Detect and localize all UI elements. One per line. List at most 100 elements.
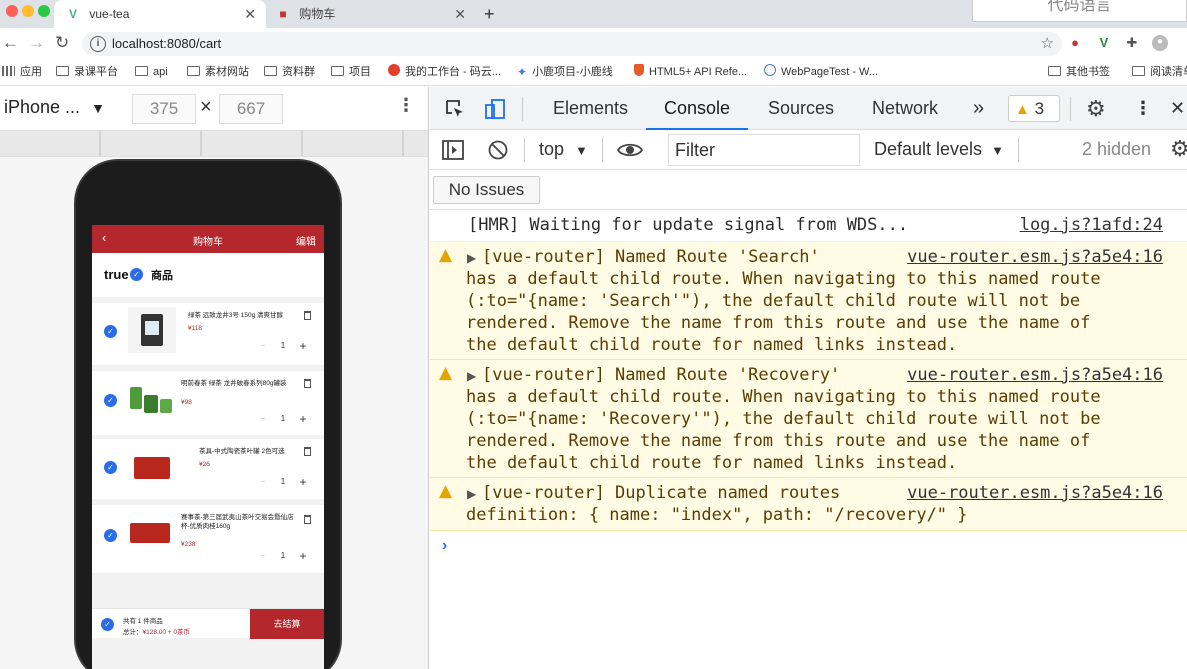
bookmark-folder[interactable]: api (135, 60, 168, 84)
expand-triangle-icon[interactable]: ▶ (467, 484, 476, 506)
quantity-stepper[interactable]: − 1 + (254, 548, 312, 564)
edit-button[interactable]: 编辑 (296, 233, 316, 248)
quantity-value[interactable]: 1 (274, 411, 292, 427)
close-icon[interactable]: ✕ (454, 0, 466, 28)
bookmark-other[interactable]: 其他书签 (1048, 60, 1110, 84)
warnings-badge[interactable]: ▲ 3 (1008, 95, 1060, 122)
clear-console-icon[interactable] (487, 139, 509, 161)
new-tab-button[interactable]: + (484, 0, 495, 28)
minimize-window-button[interactable] (22, 5, 34, 17)
vue-devtools-icon[interactable]: V (1097, 36, 1111, 50)
inspect-element-icon[interactable] (444, 98, 466, 120)
quantity-value[interactable]: 1 (274, 548, 292, 564)
reload-icon[interactable]: ↻ (55, 33, 69, 53)
item-check-icon[interactable]: ✓ (104, 529, 117, 542)
close-icon[interactable]: ✕ (1170, 87, 1185, 130)
increment-button[interactable]: + (294, 548, 312, 564)
trash-icon[interactable] (304, 447, 311, 456)
extension-color-icon[interactable]: ● (1068, 36, 1082, 50)
omnibox[interactable]: i localhost:8080/cart ☆ (82, 32, 1062, 56)
back-arrow-icon[interactable]: ← (2, 33, 19, 53)
tab-network[interactable]: Network (872, 87, 938, 130)
quantity-stepper[interactable]: − 1 + (254, 338, 312, 354)
filter-input[interactable]: Filter (668, 134, 860, 166)
bookmark-folder[interactable]: 资料群 (264, 60, 315, 84)
tab-console[interactable]: Console (645, 87, 749, 130)
device-select[interactable]: iPhone ... ▼ (4, 97, 105, 118)
gear-icon[interactable]: ⚙ (1170, 136, 1187, 162)
extensions-puzzle-icon[interactable]: ✚ (1125, 36, 1139, 50)
tab-sources[interactable]: Sources (768, 87, 834, 130)
item-check-icon[interactable]: ✓ (104, 394, 117, 407)
item-check-icon[interactable]: ✓ (104, 461, 117, 474)
trash-icon[interactable] (304, 379, 311, 388)
increment-button[interactable]: + (294, 338, 312, 354)
bookmark-reading-list[interactable]: 阅读清单 (1132, 60, 1187, 84)
increment-button[interactable]: + (294, 411, 312, 427)
info-icon[interactable]: i (90, 36, 106, 52)
sidebar-toggle-icon[interactable] (442, 140, 464, 160)
footer-total: 总计：¥128.00 + 0茶币 (123, 629, 191, 636)
footer-check-icon[interactable]: ✓ (101, 618, 114, 631)
console-prompt[interactable]: › (442, 537, 447, 555)
device-toggle-icon[interactable] (484, 98, 506, 120)
tab-elements[interactable]: Elements (553, 87, 628, 130)
source-link[interactable]: log.js?1afd:24 (1020, 215, 1163, 237)
more-options-icon[interactable]: ⋮ (1134, 87, 1152, 130)
bookmark-folder[interactable]: 录课平台 (56, 60, 118, 84)
source-link[interactable]: vue-router.esm.js?a5e4:16 (907, 365, 1163, 387)
quantity-value[interactable]: 1 (274, 338, 292, 354)
product-name: 赛事茶-第三届武夷山茶叶交易会暨仙店杯-优质肉桂160g (181, 514, 294, 530)
bookmark-webpagetest[interactable]: WebPageTest - W... (764, 60, 878, 84)
tab-cart[interactable]: ■ 购物车 ✕ (268, 0, 476, 28)
select-all-check-icon[interactable]: ✓ (130, 268, 143, 281)
device-width-input[interactable]: 375 (132, 94, 196, 124)
globe-icon (764, 64, 776, 76)
source-link[interactable]: vue-router.esm.js?a5e4:16 (907, 247, 1163, 269)
overlay-caption: 代码语言 (972, 0, 1187, 22)
more-options-icon[interactable]: ⋮ (397, 95, 415, 116)
bookmark-folder[interactable]: 素材网站 (187, 60, 249, 84)
forward-arrow-icon[interactable]: → (28, 33, 45, 53)
decrement-button[interactable]: − (254, 411, 272, 427)
close-window-button[interactable] (6, 5, 18, 17)
more-tabs-icon[interactable]: » (973, 87, 984, 130)
trash-icon[interactable] (304, 311, 311, 320)
bookmark-deer[interactable]: ✦ 小鹿项目-小鹿线 (517, 60, 613, 84)
expand-triangle-icon[interactable]: ▶ (467, 248, 476, 270)
device-height-input[interactable]: 667 (219, 94, 283, 124)
increment-button[interactable]: + (294, 474, 312, 490)
checkout-button[interactable]: 去结算 (250, 609, 324, 639)
tab-vue-tea[interactable]: V vue-tea ✕ (54, 0, 266, 28)
source-link[interactable]: vue-router.esm.js?a5e4:16 (907, 483, 1163, 505)
browser-tab-bar: V vue-tea ✕ ■ 购物车 ✕ + 代码语言 (0, 0, 1187, 28)
bookmark-star-icon[interactable]: ☆ (1041, 34, 1054, 52)
quantity-stepper[interactable]: − 1 + (254, 411, 312, 427)
zoom-window-button[interactable] (38, 5, 50, 17)
expand-triangle-icon[interactable]: ▶ (467, 366, 476, 388)
bookmark-html5[interactable]: HTML5+ API Refe... (634, 60, 747, 84)
bookmark-folder[interactable]: 项目 (331, 60, 371, 84)
quantity-stepper[interactable]: − 1 + (254, 474, 312, 490)
bookmark-apps[interactable]: 应用 (2, 60, 42, 84)
no-issues-button[interactable]: No Issues (433, 176, 540, 204)
close-icon[interactable]: ✕ (244, 0, 256, 28)
quantity-value[interactable]: 1 (274, 474, 292, 490)
item-check-icon[interactable]: ✓ (104, 325, 117, 338)
profile-avatar-icon[interactable]: ● (1152, 35, 1168, 51)
folder-icon (264, 66, 277, 76)
trash-icon[interactable] (304, 515, 311, 524)
gear-icon[interactable]: ⚙ (1086, 87, 1106, 130)
log-levels-select[interactable]: Default levels ▼ (874, 139, 1004, 160)
eye-icon[interactable] (617, 141, 643, 159)
decrement-button[interactable]: − (254, 474, 272, 490)
decrement-button[interactable]: − (254, 338, 272, 354)
url-text[interactable]: localhost:8080/cart (112, 32, 221, 56)
context-select[interactable]: top ▼ (539, 139, 588, 160)
bookmark-gitee[interactable]: 我的工作台 - 码云... (388, 60, 501, 84)
decrement-button[interactable]: − (254, 548, 272, 564)
devtools-panel: Elements Console Sources Network » ▲ 3 ⚙… (430, 87, 1187, 669)
product-name: 明前春茶 绿茶 龙井破春系列80g罐装 (181, 380, 287, 387)
console-message: [HMR] Waiting for update signal from WDS… (430, 211, 1187, 242)
device-toolbar: iPhone ... ▼ 375 × 667 ⋮ (0, 87, 428, 131)
